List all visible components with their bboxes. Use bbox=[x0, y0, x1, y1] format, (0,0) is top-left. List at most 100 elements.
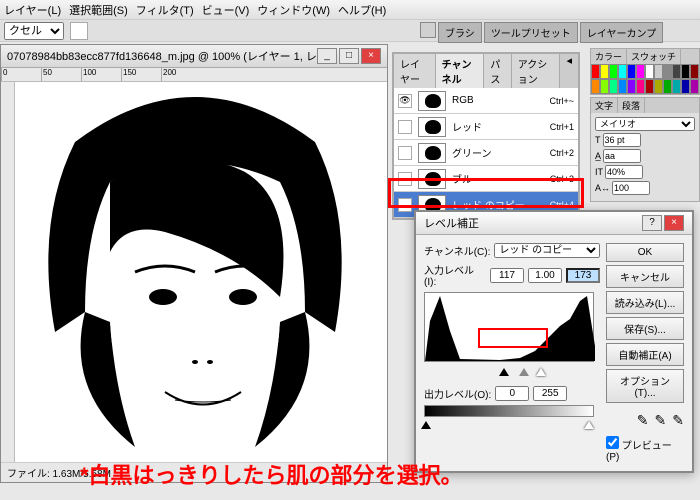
visibility-icon[interactable] bbox=[398, 172, 412, 186]
save-button[interactable]: 保存(S)... bbox=[606, 317, 684, 340]
swatch[interactable] bbox=[618, 64, 627, 79]
channel-row-3[interactable]: ブルーCtrl+3 bbox=[394, 166, 578, 192]
canvas[interactable] bbox=[15, 82, 385, 462]
swatch-box[interactable] bbox=[70, 22, 88, 40]
output-gradient[interactable] bbox=[424, 405, 594, 417]
load-button[interactable]: 読み込み(L)... bbox=[606, 291, 684, 314]
panel-menu-icon[interactable]: ◂ bbox=[560, 54, 578, 88]
visibility-icon[interactable] bbox=[398, 146, 412, 160]
tab-character[interactable]: 文字 bbox=[591, 98, 618, 113]
swatch[interactable] bbox=[636, 79, 645, 94]
preview-checkbox[interactable] bbox=[606, 436, 619, 449]
image-content bbox=[15, 82, 385, 462]
swatch[interactable] bbox=[690, 79, 699, 94]
input-white[interactable] bbox=[566, 268, 600, 283]
eyedropper-grey-icon[interactable]: ✎ bbox=[655, 412, 667, 429]
annotation-text: *白黒はっきりしたら肌の部分を選択。 bbox=[80, 458, 463, 490]
channel-row-1[interactable]: レッドCtrl+1 bbox=[394, 114, 578, 140]
swatch[interactable] bbox=[645, 64, 654, 79]
tab-paragraph[interactable]: 段落 bbox=[618, 98, 645, 113]
swatch[interactable] bbox=[654, 79, 663, 94]
black-point-slider[interactable] bbox=[499, 363, 509, 376]
swatch[interactable] bbox=[681, 79, 690, 94]
output-black-slider[interactable] bbox=[421, 416, 431, 429]
swatch[interactable] bbox=[627, 64, 636, 79]
swatch[interactable] bbox=[672, 79, 681, 94]
channel-shortcut: Ctrl+2 bbox=[550, 148, 574, 158]
vscale-field[interactable] bbox=[605, 165, 643, 179]
output-white-slider[interactable] bbox=[584, 416, 594, 429]
swatch-grid[interactable] bbox=[591, 64, 699, 94]
swatch[interactable] bbox=[645, 79, 654, 94]
output-white[interactable] bbox=[533, 386, 567, 401]
unit-select[interactable]: クセル bbox=[4, 22, 64, 40]
menu-layer[interactable]: レイヤー(L) bbox=[4, 2, 61, 17]
maximize-button[interactable]: □ bbox=[339, 48, 359, 64]
channel-thumb bbox=[418, 91, 446, 111]
tab-paths[interactable]: パス bbox=[484, 54, 511, 88]
menu-select[interactable]: 選択範囲(S) bbox=[69, 2, 128, 17]
font-size[interactable] bbox=[603, 133, 641, 147]
channel-select[interactable]: レッド のコピー bbox=[494, 243, 600, 258]
swatch[interactable] bbox=[654, 64, 663, 79]
gamma-slider[interactable] bbox=[519, 363, 529, 376]
ruler-horizontal: 0 50 100 150 200 bbox=[1, 68, 387, 82]
leading-field[interactable] bbox=[603, 149, 641, 163]
tool-preset-tab[interactable]: ツールプリセット bbox=[484, 22, 578, 43]
channel-name: ブルー bbox=[452, 171, 544, 186]
font-select[interactable]: メイリオ bbox=[595, 117, 695, 131]
swatch[interactable] bbox=[627, 79, 636, 94]
levels-titlebar[interactable]: レベル補正 ? × bbox=[416, 212, 692, 235]
swatch[interactable] bbox=[672, 64, 681, 79]
menu-help[interactable]: ヘルプ(H) bbox=[338, 2, 386, 17]
tracking-field[interactable] bbox=[612, 181, 650, 195]
channel-row-0[interactable]: 👁RGBCtrl+~ bbox=[394, 88, 578, 114]
levels-close-button[interactable]: × bbox=[664, 215, 684, 231]
auto-button[interactable]: 自動補正(A) bbox=[606, 343, 684, 366]
input-black[interactable] bbox=[490, 268, 524, 283]
tab-color[interactable]: カラー bbox=[591, 49, 627, 64]
ok-button[interactable]: OK bbox=[606, 243, 684, 262]
swatch[interactable] bbox=[600, 64, 609, 79]
tab-actions[interactable]: アクション bbox=[512, 54, 561, 88]
tab-layers[interactable]: レイヤー bbox=[394, 54, 436, 88]
visibility-icon[interactable] bbox=[398, 120, 412, 134]
channel-shortcut: Ctrl+1 bbox=[550, 122, 574, 132]
eyedropper-white-icon[interactable]: ✎ bbox=[672, 412, 684, 429]
vscale-icon: IT bbox=[595, 167, 603, 177]
tab-swatches[interactable]: スウォッチ bbox=[627, 49, 681, 64]
brush-tab[interactable]: ブラシ bbox=[438, 22, 482, 43]
swatch[interactable] bbox=[681, 64, 690, 79]
swatch[interactable] bbox=[600, 79, 609, 94]
tab-channels[interactable]: チャンネル bbox=[436, 54, 485, 88]
levels-help-button[interactable]: ? bbox=[642, 215, 662, 231]
output-black[interactable] bbox=[495, 386, 529, 401]
swatch[interactable] bbox=[663, 79, 672, 94]
dock-toggle[interactable] bbox=[420, 22, 436, 38]
visibility-icon[interactable]: 👁 bbox=[398, 198, 412, 212]
swatch[interactable] bbox=[663, 64, 672, 79]
close-button[interactable]: × bbox=[361, 48, 381, 64]
channel-label: チャンネル(C): bbox=[424, 243, 490, 258]
menu-filter[interactable]: フィルタ(T) bbox=[136, 2, 194, 17]
swatch[interactable] bbox=[591, 79, 600, 94]
swatch[interactable] bbox=[609, 64, 618, 79]
white-point-slider[interactable] bbox=[536, 363, 546, 376]
eyedropper-black-icon[interactable]: ✎ bbox=[637, 412, 649, 429]
minimize-button[interactable]: _ bbox=[317, 48, 337, 64]
swatch[interactable] bbox=[618, 79, 627, 94]
input-slider[interactable] bbox=[424, 364, 594, 378]
input-gamma[interactable] bbox=[528, 268, 562, 283]
cancel-button[interactable]: キャンセル bbox=[606, 265, 684, 288]
layer-comp-tab[interactable]: レイヤーカンプ bbox=[580, 22, 663, 43]
swatch[interactable] bbox=[636, 64, 645, 79]
menu-window[interactable]: ウィンドウ(W) bbox=[257, 2, 330, 17]
swatch[interactable] bbox=[690, 64, 699, 79]
menu-view[interactable]: ビュー(V) bbox=[202, 2, 250, 17]
options-button[interactable]: オプション(T)... bbox=[606, 369, 684, 403]
document-titlebar[interactable]: 07078984bb83ecc877fd136648_m.jpg @ 100% … bbox=[1, 45, 387, 68]
swatch[interactable] bbox=[609, 79, 618, 94]
channel-row-2[interactable]: グリーンCtrl+2 bbox=[394, 140, 578, 166]
swatch[interactable] bbox=[591, 64, 600, 79]
visibility-icon[interactable]: 👁 bbox=[398, 94, 412, 108]
